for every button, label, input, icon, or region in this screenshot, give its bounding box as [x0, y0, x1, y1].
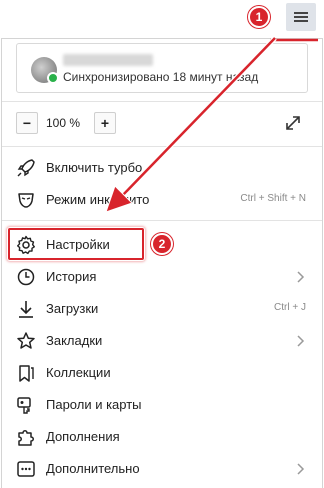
clock-icon — [17, 268, 35, 286]
menu-item-more[interactable]: Дополнительно — [2, 453, 320, 483]
star-icon — [17, 332, 35, 349]
collections-icon — [19, 365, 34, 382]
chevron-right-icon — [297, 335, 305, 347]
divider — [2, 101, 322, 102]
zoom-in-button[interactable]: + — [94, 112, 116, 134]
download-icon — [19, 301, 33, 318]
rocket-icon — [17, 159, 35, 177]
fullscreen-icon — [286, 116, 300, 130]
browser-menu-button[interactable] — [286, 3, 316, 31]
sync-status-text: Синхронизировано 18 минут назад — [63, 70, 259, 84]
menu-item-bookmarks[interactable]: Закладки — [2, 325, 320, 355]
menu-item-downloads[interactable]: Загрузки Ctrl + J — [2, 293, 320, 323]
shortcut-hint: Ctrl + J — [274, 302, 306, 313]
menu-item-label: Дополнения — [46, 429, 120, 444]
chevron-right-icon — [297, 463, 305, 475]
chevron-right-icon — [297, 271, 305, 283]
hamburger-icon — [294, 12, 308, 22]
account-name-blurred — [63, 54, 153, 66]
menu-item-passwords[interactable]: Пароли и карты — [2, 389, 320, 419]
fullscreen-button[interactable] — [282, 112, 304, 134]
shortcut-hint: Ctrl + Shift + N — [240, 193, 306, 204]
more-dots-icon — [17, 461, 35, 477]
menu-item-label: Закладки — [46, 333, 103, 348]
zoom-out-button[interactable]: − — [16, 112, 38, 134]
sync-status-icon — [47, 72, 59, 84]
menu-item-history[interactable]: История — [2, 261, 320, 291]
menu-item-turbo[interactable]: Включить турбо — [2, 152, 320, 182]
divider — [2, 220, 322, 221]
menu-item-label: История — [46, 269, 97, 284]
menu-item-label: Включить турбо — [46, 160, 143, 175]
menu-item-label: Коллекции — [46, 365, 111, 380]
divider — [2, 146, 322, 147]
menu-item-label: Пароли и карты — [46, 397, 142, 412]
step-1-badge: 1 — [248, 6, 270, 28]
incognito-mask-icon — [18, 193, 34, 208]
menu-item-incognito[interactable]: Режим инкогнито Ctrl + Shift + N — [2, 184, 320, 214]
menu-item-label: Дополнительно — [46, 461, 140, 476]
zoom-level: 100 % — [46, 116, 81, 130]
menu-item-collections[interactable]: Коллекции — [2, 357, 320, 387]
step-2-badge: 2 — [151, 233, 173, 255]
browser-top-bar — [0, 0, 324, 36]
puzzle-icon — [18, 430, 34, 446]
menu-item-label: Загрузки — [46, 301, 99, 316]
key-icon — [17, 397, 31, 414]
account-card[interactable]: Синхронизировано 18 минут назад — [16, 43, 308, 93]
settings-highlight-box — [8, 228, 144, 260]
menu-item-label: Режим инкогнито — [46, 192, 150, 207]
menu-item-extensions[interactable]: Дополнения — [2, 421, 320, 451]
